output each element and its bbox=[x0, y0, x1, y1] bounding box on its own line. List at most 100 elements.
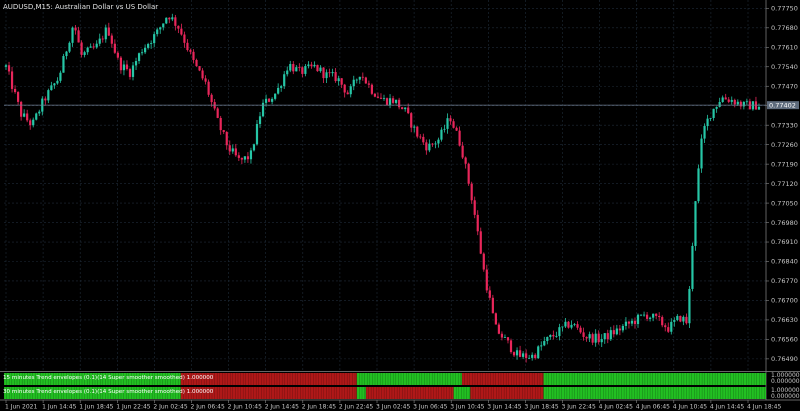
candle-body[interactable] bbox=[585, 336, 588, 339]
candle-body[interactable] bbox=[476, 214, 479, 232]
candle-body[interactable] bbox=[62, 56, 65, 73]
candle-body[interactable] bbox=[150, 43, 153, 44]
candle-body[interactable] bbox=[201, 70, 204, 79]
candle-body[interactable] bbox=[639, 314, 643, 316]
candle-body[interactable] bbox=[582, 332, 585, 337]
candle-body[interactable] bbox=[83, 52, 86, 55]
candle-body[interactable] bbox=[579, 327, 582, 333]
candle-body[interactable] bbox=[10, 71, 14, 89]
candle-body[interactable] bbox=[225, 131, 228, 146]
candle-body[interactable] bbox=[518, 350, 522, 357]
candle-body[interactable] bbox=[153, 34, 156, 44]
candle-body[interactable] bbox=[512, 352, 516, 356]
candle-body[interactable] bbox=[249, 150, 253, 160]
candle-body[interactable] bbox=[283, 74, 286, 87]
candle-body[interactable] bbox=[615, 328, 618, 335]
candle-body[interactable] bbox=[38, 111, 41, 114]
candle-body[interactable] bbox=[419, 136, 422, 138]
candle-body[interactable] bbox=[621, 325, 624, 331]
candle-body[interactable] bbox=[131, 65, 135, 77]
candle-body[interactable] bbox=[289, 64, 292, 71]
candle-body[interactable] bbox=[325, 72, 328, 79]
candle-body[interactable] bbox=[122, 64, 126, 71]
candle-body[interactable] bbox=[464, 157, 467, 164]
candle-body[interactable] bbox=[688, 288, 691, 324]
candle-body[interactable] bbox=[479, 231, 482, 254]
candle-body[interactable] bbox=[694, 201, 697, 246]
candle-body[interactable] bbox=[624, 321, 628, 326]
candle-body[interactable] bbox=[207, 81, 210, 95]
candle-body[interactable] bbox=[246, 156, 250, 160]
candle-body[interactable] bbox=[609, 330, 612, 340]
candle-body[interactable] bbox=[231, 148, 234, 152]
candle-body[interactable] bbox=[697, 168, 700, 202]
candle-body[interactable] bbox=[137, 53, 141, 62]
candle-body[interactable] bbox=[204, 78, 207, 82]
candle-body[interactable] bbox=[337, 78, 340, 82]
candle-body[interactable] bbox=[633, 320, 637, 325]
candle-body[interactable] bbox=[703, 126, 706, 139]
candle-body[interactable] bbox=[706, 118, 709, 127]
candle-body[interactable] bbox=[319, 67, 322, 72]
candle-body[interactable] bbox=[718, 102, 721, 107]
candle-body[interactable] bbox=[540, 345, 543, 347]
candle-body[interactable] bbox=[440, 129, 443, 140]
candle-body[interactable] bbox=[742, 101, 745, 107]
candle-body[interactable] bbox=[376, 96, 380, 98]
candle-body[interactable] bbox=[125, 64, 129, 70]
candle-body[interactable] bbox=[612, 330, 615, 335]
candle-body[interactable] bbox=[679, 315, 682, 322]
candle-body[interactable] bbox=[649, 317, 652, 319]
candle-body[interactable] bbox=[144, 47, 147, 53]
candle-body[interactable] bbox=[618, 328, 621, 331]
candle-body[interactable] bbox=[358, 76, 361, 80]
candle-body[interactable] bbox=[528, 357, 531, 359]
candle-body[interactable] bbox=[561, 326, 564, 328]
candlestick-series[interactable] bbox=[4, 13, 761, 363]
candle-body[interactable] bbox=[549, 334, 552, 337]
candle-body[interactable] bbox=[379, 97, 383, 99]
candle-body[interactable] bbox=[682, 316, 685, 322]
candle-body[interactable] bbox=[373, 93, 377, 97]
candle-body[interactable] bbox=[537, 346, 540, 359]
candle-body[interactable] bbox=[391, 98, 395, 103]
candle-body[interactable] bbox=[334, 72, 337, 82]
candle-body[interactable] bbox=[29, 120, 32, 126]
candle-body[interactable] bbox=[691, 245, 694, 289]
candle-body[interactable] bbox=[567, 321, 570, 328]
candle-body[interactable] bbox=[443, 128, 446, 130]
candle-body[interactable] bbox=[340, 78, 343, 85]
candle-body[interactable] bbox=[271, 98, 274, 102]
candle-body[interactable] bbox=[140, 52, 144, 54]
candle-body[interactable] bbox=[642, 314, 646, 316]
candle-body[interactable] bbox=[53, 83, 56, 86]
candle-body[interactable] bbox=[107, 27, 110, 36]
candle-body[interactable] bbox=[355, 79, 358, 81]
candle-body[interactable] bbox=[555, 336, 558, 337]
candle-body[interactable] bbox=[147, 43, 150, 48]
candle-body[interactable] bbox=[394, 99, 398, 103]
candle-body[interactable] bbox=[20, 101, 23, 117]
candle-body[interactable] bbox=[485, 269, 488, 291]
candle-body[interactable] bbox=[670, 321, 673, 332]
candle-body[interactable] bbox=[733, 99, 736, 105]
candle-body[interactable] bbox=[228, 145, 231, 152]
candle-body[interactable] bbox=[715, 106, 718, 109]
candle-body[interactable] bbox=[113, 43, 116, 53]
candle-body[interactable] bbox=[401, 107, 404, 110]
candle-body[interactable] bbox=[573, 324, 576, 325]
candle-body[interactable] bbox=[597, 333, 600, 343]
candle-body[interactable] bbox=[26, 113, 29, 121]
candle-body[interactable] bbox=[134, 61, 138, 66]
candle-body[interactable] bbox=[458, 130, 461, 146]
candle-body[interactable] bbox=[346, 92, 349, 95]
candle-body[interactable] bbox=[531, 354, 534, 358]
candle-body[interactable] bbox=[119, 57, 123, 71]
candle-body[interactable] bbox=[422, 136, 425, 143]
candle-body[interactable] bbox=[667, 327, 670, 332]
candle-body[interactable] bbox=[68, 42, 71, 52]
candle-body[interactable] bbox=[467, 163, 470, 184]
candle-body[interactable] bbox=[736, 101, 739, 105]
candle-body[interactable] bbox=[446, 118, 449, 129]
candle-body[interactable] bbox=[491, 297, 494, 314]
